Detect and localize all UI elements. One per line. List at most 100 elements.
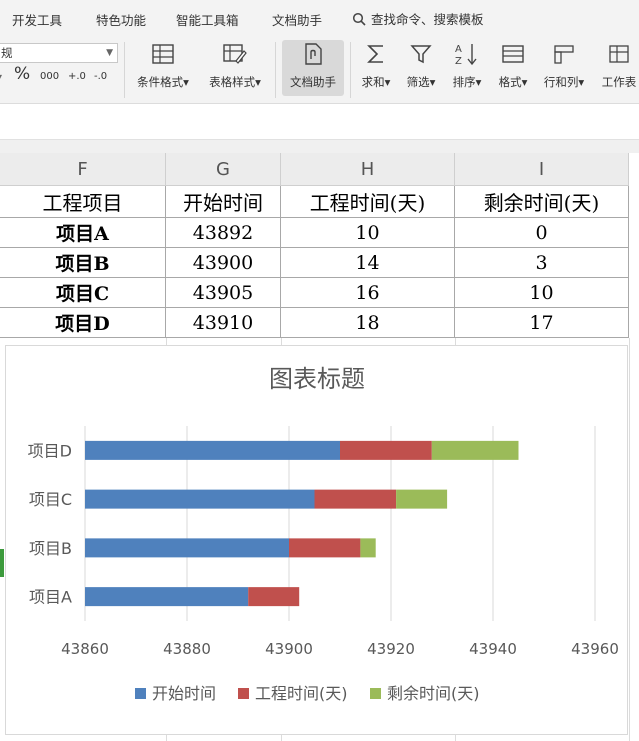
bar-segment (85, 538, 289, 558)
tab-smart-toolbox[interactable]: 智能工具箱 (176, 10, 239, 29)
legend-label: 工程时间(天) (255, 684, 348, 703)
column-header-f[interactable]: F (0, 153, 166, 186)
x-tick-label: 43960 (571, 640, 619, 658)
chart-x-ticks: 43860 43880 43900 43920 43940 43960 (61, 640, 619, 658)
cell-project[interactable]: 项目A (0, 218, 166, 248)
cell-start[interactable]: 43900 (166, 248, 281, 278)
category-label: 项目A (29, 588, 72, 607)
cell-remaining[interactable]: 0 (455, 218, 629, 248)
category-label: 项目B (29, 539, 72, 558)
active-row-marker (0, 549, 4, 577)
x-tick-label: 43920 (367, 640, 415, 658)
cell-start[interactable]: 43905 (166, 278, 281, 308)
menu-bar: 开发工具 特色功能 智能工具箱 文档助手 查找命令、搜索模板 (0, 0, 639, 36)
rows-columns-button[interactable]: 行和列▾ (538, 40, 590, 96)
cell-header-project[interactable]: 工程项目 (0, 186, 166, 218)
chart-title[interactable]: 图表标题 (269, 365, 365, 393)
ribbon-divider (124, 42, 125, 98)
legend-swatch (370, 688, 381, 699)
search-icon (352, 12, 366, 26)
cell-project[interactable]: 项目C (0, 278, 166, 308)
command-search[interactable]: 查找命令、搜索模板 (352, 9, 484, 28)
bar-segment (85, 440, 340, 460)
x-tick-label: 43900 (265, 640, 313, 658)
spreadsheet: F G H I 工程项目 开始时间 工程时间(天) 剩余时间(天) 项目A 43… (0, 153, 639, 741)
cell-start[interactable]: 43892 (166, 218, 281, 248)
cell-header-remaining[interactable]: 剩余时间(天) (455, 186, 629, 218)
worksheet-icon (604, 40, 634, 68)
bar-segment (340, 440, 432, 460)
legend-swatch (135, 688, 146, 699)
cell-remaining[interactable]: 17 (455, 308, 629, 338)
conditional-format-label: 条件格式 (137, 75, 184, 89)
increase-decimal-button[interactable]: +.0 (68, 70, 86, 84)
worksheet-button[interactable]: 工作表 (596, 40, 639, 96)
bar-segment (360, 538, 376, 558)
sheet-gridline (629, 338, 630, 741)
filter-button[interactable]: 筛选▾ (401, 40, 441, 96)
x-tick-label: 43940 (469, 640, 517, 658)
bar-segment (85, 587, 249, 607)
bar-segment (85, 489, 315, 509)
decrease-decimal-button[interactable]: -.0 (94, 70, 107, 84)
gantt-chart[interactable]: 图表标题 项目A 项目B 项目C 项目D 43860 43880 43900 43920 43… (5, 345, 628, 735)
cell-remaining[interactable]: 3 (455, 248, 629, 278)
formula-area (0, 105, 639, 139)
filter-label: 筛选 (406, 75, 430, 89)
rows-columns-label: 行和列 (543, 75, 579, 89)
table-style-button[interactable]: 表格样式▾ (202, 40, 268, 96)
conditional-format-button[interactable]: 条件格式▾ (131, 40, 195, 96)
document-assistant-button[interactable]: 文档助手 (282, 40, 344, 96)
legend-label: 剩余时间(天) (387, 684, 480, 703)
category-label: 项目D (28, 441, 72, 460)
ribbon-divider (275, 42, 276, 98)
document-assistant-icon (298, 40, 328, 68)
format-button[interactable]: 格式▾ (493, 40, 533, 96)
column-header-g[interactable]: G (166, 153, 281, 186)
currency-dropdown-icon[interactable]: ▾ (0, 70, 2, 84)
x-tick-label: 43860 (61, 640, 109, 658)
cell-header-duration[interactable]: 工程时间(天) (281, 186, 455, 218)
svg-text:A: A (455, 44, 462, 55)
cell-header-start[interactable]: 开始时间 (166, 186, 281, 218)
tab-document-assistant[interactable]: 文档助手 (272, 10, 322, 29)
worksheet-label: 工作表 (601, 75, 637, 89)
sort-icon: AZ (452, 40, 482, 68)
bar-segment (431, 440, 519, 460)
category-label: 项目C (29, 490, 72, 509)
cell-project[interactable]: 项目B (0, 248, 166, 278)
filter-icon (406, 40, 436, 68)
x-tick-label: 43880 (163, 640, 211, 658)
sum-button[interactable]: 求和▾ (356, 40, 396, 96)
sum-icon (361, 40, 391, 68)
legend-swatch (238, 688, 249, 699)
tab-developer-tools[interactable]: 开发工具 (12, 10, 62, 29)
sum-label: 求和 (361, 75, 385, 89)
bar-segment (289, 538, 361, 558)
bar-segment (314, 489, 397, 509)
tab-special-features[interactable]: 特色功能 (96, 10, 146, 29)
format-label: 格式 (498, 75, 522, 89)
number-format-select[interactable]: 规 ▼ (0, 43, 118, 63)
cell-duration[interactable]: 18 (281, 308, 455, 338)
sort-button[interactable]: AZ 排序▾ (446, 40, 488, 96)
cell-duration[interactable]: 14 (281, 248, 455, 278)
chart-category-labels: 项目A 项目B 项目C 项目D (28, 441, 72, 606)
percent-button[interactable]: % (14, 66, 30, 83)
chart-legend[interactable]: 开始时间 工程时间(天) 剩余时间(天) (135, 684, 480, 703)
ribbon-toolbar: 规 ▼ ▾ % 000 +.0 -.0 条件格式▾ 表格样式▾ 文档助手 求和▾ (0, 36, 639, 104)
sort-label: 排序 (452, 75, 476, 89)
cell-remaining[interactable]: 10 (455, 278, 629, 308)
cell-project[interactable]: 项目D (0, 308, 166, 338)
cell-duration[interactable]: 10 (281, 218, 455, 248)
chevron-down-icon: ▼ (106, 48, 113, 58)
column-header-i[interactable]: I (455, 153, 629, 186)
column-header-h[interactable]: H (281, 153, 455, 186)
table-style-label: 表格样式 (209, 75, 256, 89)
legend-label: 开始时间 (152, 684, 216, 703)
ribbon-divider (350, 42, 351, 98)
cell-duration[interactable]: 16 (281, 278, 455, 308)
thousands-button[interactable]: 000 (40, 70, 59, 84)
cell-start[interactable]: 43910 (166, 308, 281, 338)
bar-segment (248, 587, 300, 607)
